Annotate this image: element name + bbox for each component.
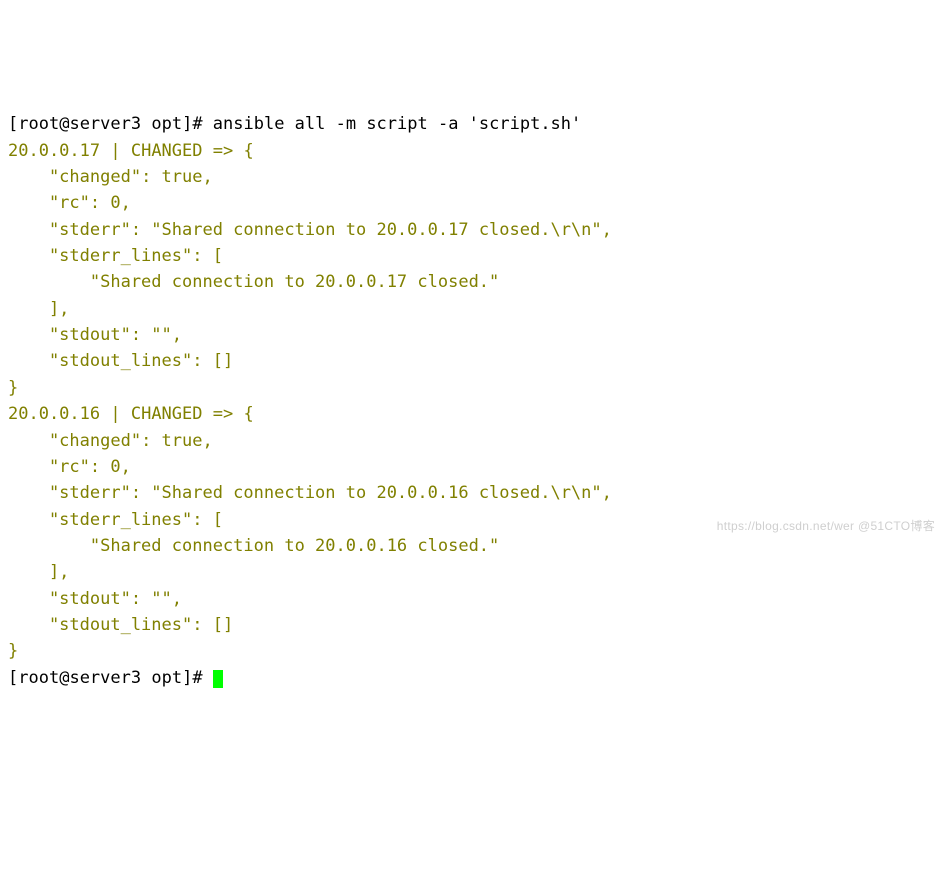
host-status: CHANGED xyxy=(131,141,203,161)
json-val: : "Shared connection to 20.0.0.17 closed… xyxy=(131,220,612,240)
prompt-close: ] xyxy=(182,668,192,688)
json-close-brace: } xyxy=(8,378,18,398)
prompt-open: [ xyxy=(8,114,18,134)
json-key: "changed" xyxy=(8,431,141,451)
host-status: CHANGED xyxy=(131,404,203,424)
command-text: ansible all -m script -a 'script.sh' xyxy=(213,114,581,134)
json-key: "stdout" xyxy=(8,325,131,345)
json-close: ], xyxy=(8,299,69,319)
prompt-at: @ xyxy=(59,114,69,134)
json-key: "stdout" xyxy=(8,589,131,609)
host-sep: | xyxy=(100,141,131,161)
json-val: : true, xyxy=(141,431,213,451)
prompt-host: server3 xyxy=(69,668,141,688)
json-val: : [] xyxy=(192,351,233,371)
json-open: : [ xyxy=(192,246,223,266)
cursor-icon[interactable] xyxy=(213,670,223,688)
host-sep: | xyxy=(100,404,131,424)
prompt-host: server3 xyxy=(69,114,141,134)
json-key: "stderr_lines" xyxy=(8,510,192,530)
host-ip: 20.0.0.16 xyxy=(8,404,100,424)
json-val: : true, xyxy=(141,167,213,187)
json-open: : [ xyxy=(192,510,223,530)
watermark-text: https://blog.csdn.net/wer @51CTO博客 xyxy=(717,517,935,536)
prompt-close: ] xyxy=(182,114,192,134)
prompt-open: [ xyxy=(8,668,18,688)
host-ip: 20.0.0.17 xyxy=(8,141,100,161)
json-key: "stdout_lines" xyxy=(8,615,192,635)
prompt-user: root xyxy=(18,668,59,688)
json-key: "stdout_lines" xyxy=(8,351,192,371)
json-val: : 0, xyxy=(90,193,131,213)
json-key: "rc" xyxy=(8,457,90,477)
json-key: "rc" xyxy=(8,193,90,213)
json-key: "changed" xyxy=(8,167,141,187)
json-val: : [] xyxy=(192,615,233,635)
terminal-output[interactable]: [root@server3 opt]# ansible all -m scrip… xyxy=(8,111,935,691)
json-val: : "", xyxy=(131,589,182,609)
prompt-hash: # xyxy=(192,114,212,134)
prompt-cwd: opt xyxy=(141,668,182,688)
json-key: "stderr_lines" xyxy=(8,246,192,266)
prompt-cwd: opt xyxy=(141,114,182,134)
host-arrow: => { xyxy=(203,404,254,424)
json-array-item: "Shared connection to 20.0.0.17 closed." xyxy=(8,272,499,292)
json-key: "stderr" xyxy=(8,220,131,240)
prompt-at: @ xyxy=(59,668,69,688)
json-close: ], xyxy=(8,562,69,582)
prompt-user: root xyxy=(18,114,59,134)
json-val: : 0, xyxy=(90,457,131,477)
json-close-brace: } xyxy=(8,641,18,661)
json-array-item: "Shared connection to 20.0.0.16 closed." xyxy=(8,536,499,556)
json-val: : "", xyxy=(131,325,182,345)
host-arrow: => { xyxy=(203,141,254,161)
json-val: : "Shared connection to 20.0.0.16 closed… xyxy=(131,483,612,503)
prompt-hash: # xyxy=(192,668,212,688)
json-key: "stderr" xyxy=(8,483,131,503)
